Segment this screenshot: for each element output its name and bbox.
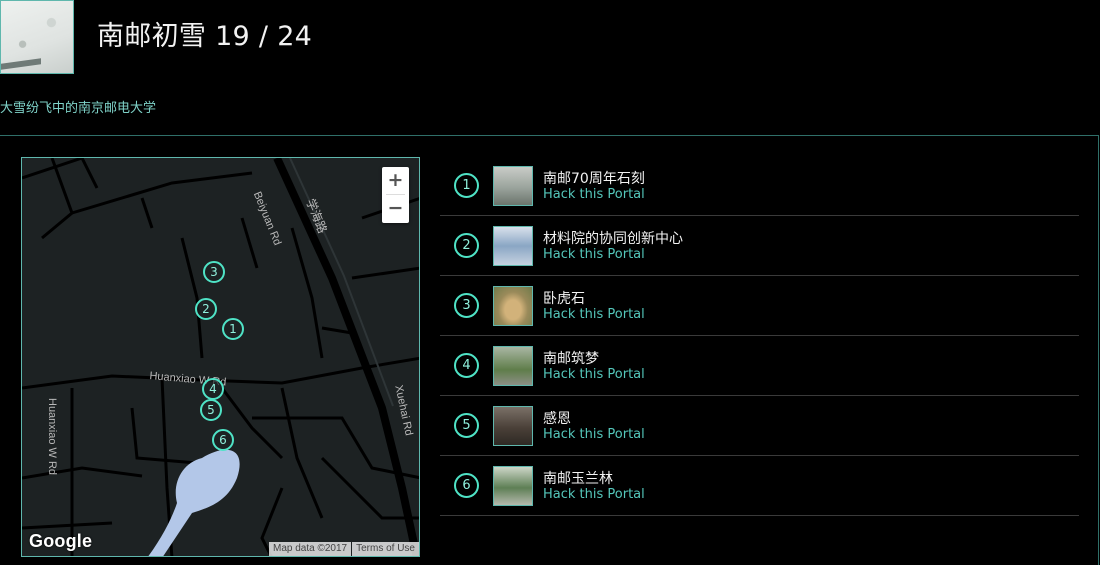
portal-name: 南邮玉兰林 bbox=[543, 471, 613, 487]
portal-thumbnail[interactable] bbox=[493, 346, 533, 386]
hack-portal-link[interactable]: Hack this Portal bbox=[543, 427, 645, 442]
portal-number: 6 bbox=[454, 473, 479, 498]
portal-thumbnail[interactable] bbox=[493, 466, 533, 506]
map-marker-5[interactable]: 5 bbox=[200, 399, 222, 421]
hack-portal-link[interactable]: Hack this Portal bbox=[543, 187, 645, 202]
portal-number: 2 bbox=[454, 233, 479, 258]
terms-of-use-link[interactable]: Terms of Use bbox=[352, 542, 419, 556]
hack-portal-link[interactable]: Hack this Portal bbox=[543, 307, 645, 322]
map-marker-4[interactable]: 4 bbox=[202, 378, 224, 400]
portal-thumbnail[interactable] bbox=[493, 406, 533, 446]
hack-portal-link[interactable]: Hack this Portal bbox=[543, 487, 645, 502]
map-roads bbox=[22, 158, 419, 556]
map-data-attribution: Map data ©2017 bbox=[269, 542, 352, 556]
road-label-huanxiao-vertical: Huanxiao W Rd bbox=[46, 398, 58, 476]
portal-list: 1 南邮70周年石刻 Hack this Portal 2 材料院的协同创新中心… bbox=[440, 156, 1079, 516]
map-marker-1[interactable]: 1 bbox=[222, 318, 244, 340]
portal-name: 材料院的协同创新中心 bbox=[543, 231, 683, 247]
mission-subtitle: 大雪纷飞中的南京邮电大学 bbox=[0, 101, 157, 116]
portal-number: 3 bbox=[454, 293, 479, 318]
portal-name: 南邮70周年石刻 bbox=[543, 171, 645, 187]
mission-thumbnail bbox=[0, 0, 74, 74]
hack-portal-link[interactable]: Hack this Portal bbox=[543, 247, 645, 262]
hack-portal-link[interactable]: Hack this Portal bbox=[543, 367, 645, 382]
portal-name: 卧虎石 bbox=[543, 291, 585, 307]
mission-title: 南邮初雪 19 / 24 bbox=[97, 21, 313, 52]
portal-name: 南邮筑梦 bbox=[543, 351, 599, 367]
list-item[interactable]: 4 南邮筑梦 Hack this Portal bbox=[440, 336, 1079, 396]
google-logo[interactable]: Google bbox=[29, 531, 92, 552]
list-item[interactable]: 1 南邮70周年石刻 Hack this Portal bbox=[440, 156, 1079, 216]
list-item[interactable]: 2 材料院的协同创新中心 Hack this Portal bbox=[440, 216, 1079, 276]
map-marker-3[interactable]: 3 bbox=[203, 261, 225, 283]
portal-number: 1 bbox=[454, 173, 479, 198]
map-view[interactable]: Beiyuan Rd 学海路 Huanxiao W Rd Huanxiao W … bbox=[21, 157, 420, 557]
portal-number: 4 bbox=[454, 353, 479, 378]
portal-number: 5 bbox=[454, 413, 479, 438]
map-marker-2[interactable]: 2 bbox=[195, 298, 217, 320]
zoom-control: + − bbox=[382, 167, 409, 223]
map-attribution-bar: Map data ©2017 Terms of Use bbox=[268, 542, 419, 556]
portal-name: 感恩 bbox=[543, 411, 571, 427]
list-item[interactable]: 3 卧虎石 Hack this Portal bbox=[440, 276, 1079, 336]
zoom-in-button[interactable]: + bbox=[382, 167, 409, 194]
portal-thumbnail[interactable] bbox=[493, 286, 533, 326]
zoom-out-button[interactable]: − bbox=[382, 195, 409, 222]
list-item[interactable]: 5 感恩 Hack this Portal bbox=[440, 396, 1079, 456]
map-marker-6[interactable]: 6 bbox=[212, 429, 234, 451]
portal-thumbnail[interactable] bbox=[493, 166, 533, 206]
list-item[interactable]: 6 南邮玉兰林 Hack this Portal bbox=[440, 456, 1079, 516]
portal-thumbnail[interactable] bbox=[493, 226, 533, 266]
